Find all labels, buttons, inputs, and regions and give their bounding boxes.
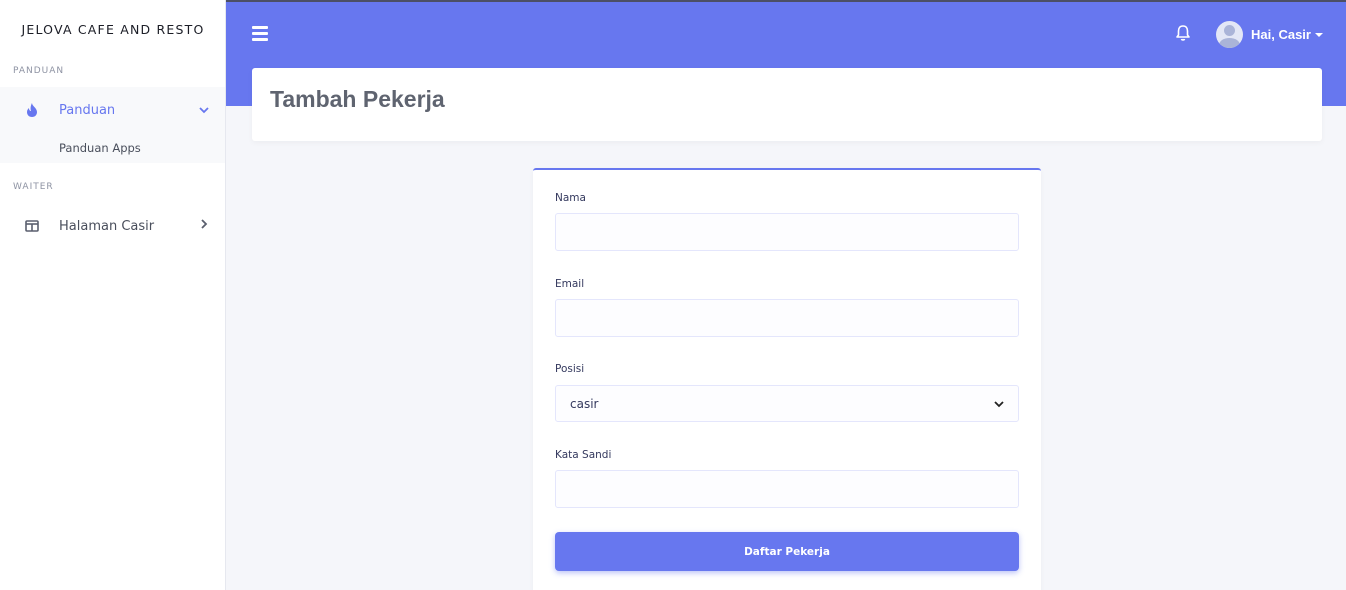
nav-group-casir: Halaman Casir [0, 203, 225, 249]
posisi-select[interactable]: casir [555, 385, 1019, 422]
menu-toggle-icon[interactable] [252, 26, 268, 41]
chevron-down-icon [994, 400, 1004, 407]
kata-sandi-label: Kata Sandi [555, 449, 612, 461]
section-label-waiter: WAITER [13, 182, 54, 192]
posisi-selected-value: casir [570, 396, 599, 411]
sidebar: JELOVA CAFE AND RESTO PANDUAN Panduan Pa… [0, 0, 226, 590]
kata-sandi-input[interactable] [555, 470, 1019, 508]
brand-title[interactable]: JELOVA CAFE AND RESTO [0, 0, 226, 58]
user-greeting: Hai, Casir [1251, 27, 1311, 42]
chevron-down-icon [199, 107, 209, 114]
section-label-panduan: PANDUAN [13, 66, 65, 76]
avatar [1216, 21, 1243, 48]
caret-down-icon [1314, 32, 1323, 37]
nav-group-panduan: Panduan Panduan Apps [0, 87, 225, 163]
user-menu[interactable]: Hai, Casir [1216, 21, 1323, 48]
email-input[interactable] [555, 299, 1019, 337]
page-title: Tambah Pekerja [270, 86, 445, 112]
chevron-right-icon [201, 219, 208, 229]
email-label: Email [555, 278, 585, 290]
sidebar-subitem-panduan-apps[interactable]: Panduan Apps [0, 133, 225, 163]
nama-label: Nama [555, 192, 586, 204]
fire-icon [24, 102, 40, 118]
bell-icon[interactable] [1175, 24, 1191, 42]
sidebar-item-halaman-casir[interactable]: Halaman Casir [0, 203, 225, 249]
sidebar-item-panduan[interactable]: Panduan [0, 87, 225, 133]
daftar-pekerja-button[interactable]: Daftar Pekerja [555, 532, 1019, 571]
add-worker-form: Nama Email Posisi casir Kata Sandi Dafta… [533, 168, 1041, 590]
columns-icon [24, 218, 40, 234]
posisi-label: Posisi [555, 363, 585, 375]
sidebar-item-label: Halaman Casir [59, 218, 155, 234]
sidebar-item-label: Panduan [59, 102, 116, 118]
nama-input[interactable] [555, 213, 1019, 251]
page-header: Tambah Pekerja [252, 68, 1322, 141]
